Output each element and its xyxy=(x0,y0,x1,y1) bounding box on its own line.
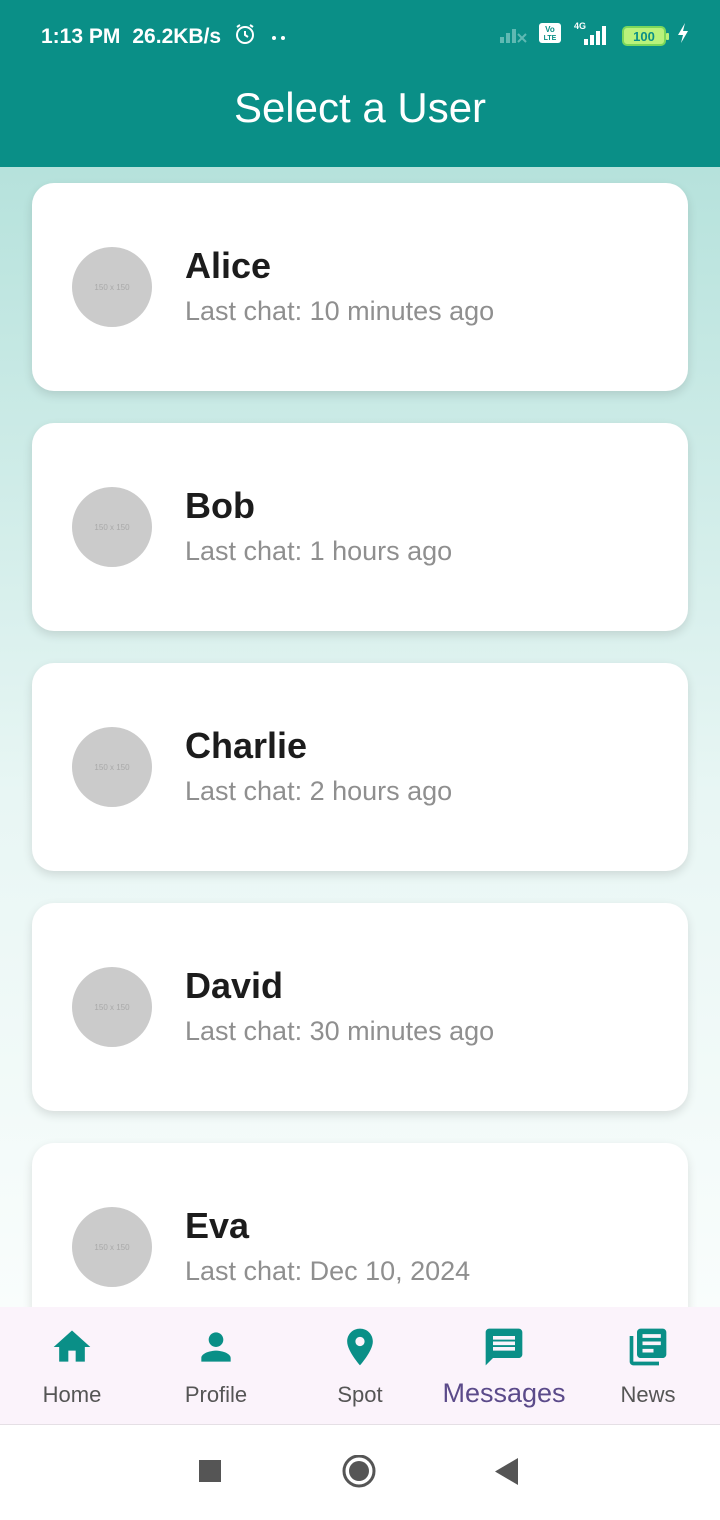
nav-messages[interactable]: Messages xyxy=(432,1307,576,1424)
nav-spot[interactable]: Spot xyxy=(288,1307,432,1424)
user-card-bob[interactable]: 150 x 150 Bob Last chat: 1 hours ago xyxy=(32,423,688,631)
avatar: 150 x 150 xyxy=(72,967,152,1047)
person-icon xyxy=(194,1325,238,1374)
alarm-icon xyxy=(233,22,257,52)
chat-icon xyxy=(482,1325,526,1374)
news-icon xyxy=(626,1325,670,1374)
home-button[interactable] xyxy=(341,1454,377,1496)
nav-news[interactable]: News xyxy=(576,1307,720,1424)
last-chat-text: Last chat: 10 minutes ago xyxy=(185,296,495,326)
user-card-alice[interactable]: 150 x 150 Alice Last chat: 10 minutes ag… xyxy=(32,183,688,391)
signal-x-icon xyxy=(500,22,528,50)
user-card-charlie[interactable]: 150 x 150 Charlie Last chat: 2 hours ago xyxy=(32,663,688,871)
nav-label: Profile xyxy=(184,1382,248,1407)
app-header: 1:13 PM 26.2KB/s Vo LTE 4G 100 Select a … xyxy=(0,0,720,167)
last-chat-text: Last chat: 1 hours ago xyxy=(185,536,453,566)
nav-label: Spot xyxy=(337,1382,383,1407)
user-name: Alice xyxy=(185,245,272,286)
nav-label: Home xyxy=(42,1382,102,1407)
status-bar: 1:13 PM 26.2KB/s Vo LTE 4G 100 xyxy=(0,0,720,70)
avatar: 150 x 150 xyxy=(72,247,152,327)
last-chat-text: Last chat: Dec 10, 2024 xyxy=(185,1256,471,1286)
last-chat-text: Last chat: 30 minutes ago xyxy=(185,1016,495,1046)
user-name: Bob xyxy=(185,485,255,526)
svg-text:Vo: Vo xyxy=(545,25,555,34)
user-name: David xyxy=(185,965,284,1006)
back-button[interactable] xyxy=(492,1455,520,1494)
status-speed: 26.2KB/s xyxy=(132,25,222,48)
charging-icon xyxy=(676,22,690,50)
nav-label: Messages xyxy=(442,1378,566,1408)
4g-signal-icon: 4G xyxy=(572,20,612,52)
user-name: Eva xyxy=(185,1205,250,1246)
svg-text:4G: 4G xyxy=(574,21,586,31)
system-nav-bar xyxy=(0,1425,720,1520)
location-pin-icon xyxy=(338,1325,382,1374)
last-chat-text: Last chat: 2 hours ago xyxy=(185,776,453,806)
page-title: Select a User xyxy=(233,84,487,131)
user-list[interactable]: 150 x 150 Alice Last chat: 10 minutes ag… xyxy=(0,167,720,1307)
avatar: 150 x 150 xyxy=(72,1207,152,1287)
avatar: 150 x 150 xyxy=(72,487,152,567)
svg-text:LTE: LTE xyxy=(544,35,557,42)
recents-button[interactable] xyxy=(198,1455,222,1494)
battery-icon: 100 xyxy=(622,26,669,46)
user-name: Charlie xyxy=(185,725,308,766)
avatar: 150 x 150 xyxy=(72,727,152,807)
nav-profile[interactable]: Profile xyxy=(144,1307,288,1424)
nav-home[interactable]: Home xyxy=(0,1307,144,1424)
home-icon xyxy=(50,1325,94,1374)
user-card-eva[interactable]: 150 x 150 Eva Last chat: Dec 10, 2024 xyxy=(32,1143,688,1307)
nav-label: News xyxy=(620,1382,676,1407)
status-time: 1:13 PM xyxy=(41,25,121,48)
dots-icon xyxy=(269,25,289,49)
bottom-navigation: Home Profile Spot Messages News xyxy=(0,1307,720,1425)
volte-icon: Vo LTE xyxy=(538,22,562,50)
user-card-david[interactable]: 150 x 150 David Last chat: 30 minutes ag… xyxy=(32,903,688,1111)
